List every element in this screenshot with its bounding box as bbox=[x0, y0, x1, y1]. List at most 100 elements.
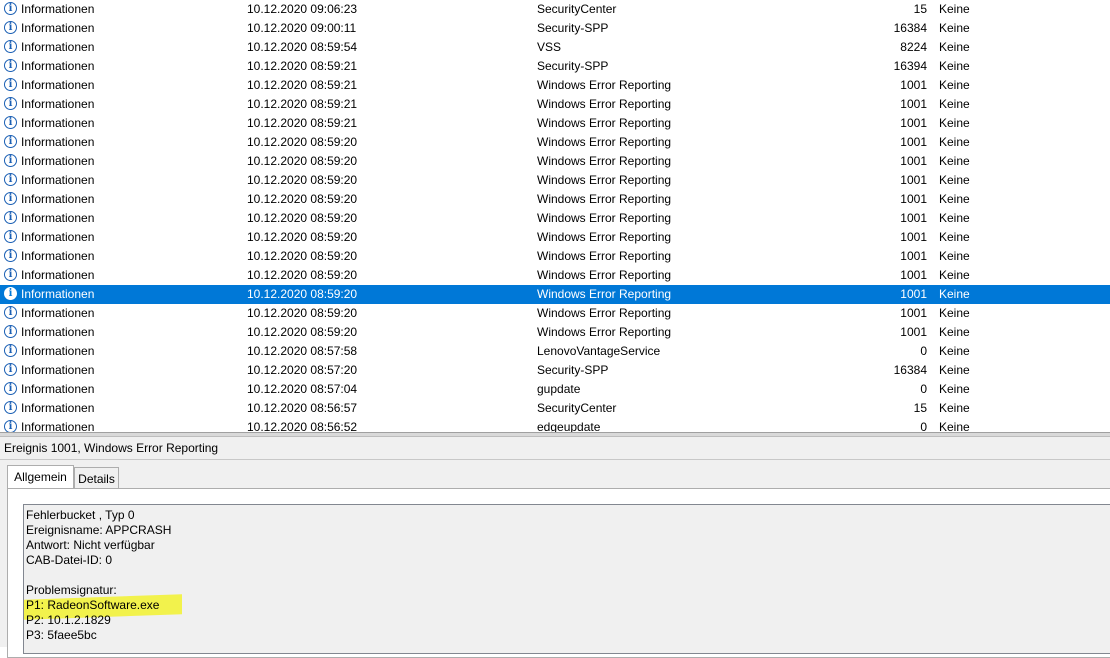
source-cell: edgeupdate bbox=[537, 420, 601, 432]
description-line: CAB-Datei-ID: 0 bbox=[26, 553, 1110, 568]
event-list[interactable]: i Informationen 10.12.2020 09:06:23 Securit… bbox=[0, 0, 1110, 432]
source-cell: Windows Error Reporting bbox=[537, 249, 672, 263]
table-row[interactable]: i Informationen 10.12.2020 08:56:52 edgeupd… bbox=[0, 418, 1110, 432]
table-row[interactable]: i Informationen 10.12.2020 08:59:20 Windows… bbox=[0, 247, 1110, 266]
description-line-text: Ereignisname: APPCRASH bbox=[26, 523, 172, 537]
table-row[interactable]: i Informationen 10.12.2020 08:59:54 VSS 8224… bbox=[0, 38, 1110, 57]
category-cell: Keine bbox=[939, 344, 970, 358]
information-icon: i bbox=[4, 325, 17, 338]
table-row[interactable]: i Informationen 10.12.2020 08:59:21 Windows… bbox=[0, 95, 1110, 114]
category-cell: Keine bbox=[939, 21, 970, 35]
level-cell: Informationen bbox=[21, 59, 95, 73]
event-id-cell: 0 bbox=[920, 420, 927, 432]
event-id-cell: 1001 bbox=[900, 268, 927, 282]
level-cell: Informationen bbox=[21, 401, 95, 415]
table-row[interactable]: i Informationen 10.12.2020 08:59:20 Windows… bbox=[0, 266, 1110, 285]
table-row[interactable]: i Informationen 10.12.2020 08:57:04 gupdate… bbox=[0, 380, 1110, 399]
source-cell: Windows Error Reporting bbox=[537, 173, 672, 187]
date-cell: 10.12.2020 08:57:04 bbox=[247, 382, 358, 396]
event-id-cell: 1001 bbox=[900, 97, 927, 111]
level-cell: Informationen bbox=[21, 192, 95, 206]
table-row[interactable]: i Informationen 10.12.2020 08:59:20 Windows… bbox=[0, 209, 1110, 228]
date-cell: 10.12.2020 08:59:21 bbox=[247, 78, 358, 92]
level-cell: Informationen bbox=[21, 306, 95, 320]
information-icon: i bbox=[4, 306, 17, 319]
category-cell: Keine bbox=[939, 382, 970, 396]
date-cell: 10.12.2020 08:59:20 bbox=[247, 306, 358, 320]
date-cell: 10.12.2020 08:59:20 bbox=[247, 230, 358, 244]
category-cell: Keine bbox=[939, 420, 970, 432]
event-id-cell: 1001 bbox=[900, 135, 927, 149]
table-row[interactable]: i Informationen 10.12.2020 08:57:20 Securit… bbox=[0, 361, 1110, 380]
table-row[interactable]: i Informationen 10.12.2020 08:56:57 Securit… bbox=[0, 399, 1110, 418]
table-row[interactable]: i Informationen 10.12.2020 09:00:11 Securit… bbox=[0, 19, 1110, 38]
table-row[interactable]: i Informationen 10.12.2020 08:59:20 Windows… bbox=[0, 152, 1110, 171]
table-row[interactable]: i Informationen 10.12.2020 08:57:58 LenovoV… bbox=[0, 342, 1110, 361]
event-id-cell: 1001 bbox=[900, 78, 927, 92]
category-cell: Keine bbox=[939, 135, 970, 149]
category-cell: Keine bbox=[939, 363, 970, 377]
event-id-cell: 1001 bbox=[900, 249, 927, 263]
source-cell: Windows Error Reporting bbox=[537, 78, 672, 92]
event-id-cell: 1001 bbox=[900, 211, 927, 225]
date-cell: 10.12.2020 08:59:20 bbox=[247, 173, 358, 187]
table-row[interactable]: i Informationen 10.12.2020 08:59:20 Windows… bbox=[0, 190, 1110, 209]
category-cell: Keine bbox=[939, 97, 970, 111]
description-line: P1: RadeonSoftware.exe bbox=[24, 594, 1110, 620]
date-cell: 10.12.2020 08:59:20 bbox=[247, 268, 358, 282]
table-row-selected[interactable]: i Informationen 10.12.2020 08:59:20 Windows… bbox=[0, 285, 1110, 304]
tab-details[interactable]: Details bbox=[74, 467, 119, 489]
table-row[interactable]: i Informationen 10.12.2020 08:59:20 Windows… bbox=[0, 304, 1110, 323]
level-cell: Informationen bbox=[21, 97, 95, 111]
source-cell: Windows Error Reporting bbox=[537, 135, 672, 149]
event-id-cell: 16394 bbox=[893, 59, 927, 73]
level-cell: Informationen bbox=[21, 211, 95, 225]
level-cell: Informationen bbox=[21, 78, 95, 92]
information-icon: i bbox=[4, 2, 17, 15]
event-id-cell: 0 bbox=[920, 344, 927, 358]
date-cell: 10.12.2020 08:59:20 bbox=[247, 211, 358, 225]
category-cell: Keine bbox=[939, 230, 970, 244]
level-cell: Informationen bbox=[21, 420, 95, 432]
information-icon: i bbox=[4, 287, 17, 300]
event-details-pane: Ereignis 1001, Windows Error Reporting A… bbox=[0, 436, 1110, 658]
table-row[interactable]: i Informationen 10.12.2020 08:59:21 Windows… bbox=[0, 114, 1110, 133]
level-cell: Informationen bbox=[21, 249, 95, 263]
event-id-cell: 1001 bbox=[900, 116, 927, 130]
date-cell: 10.12.2020 09:06:23 bbox=[247, 2, 358, 16]
level-cell: Informationen bbox=[21, 287, 95, 301]
information-icon: i bbox=[4, 420, 17, 432]
table-row[interactable]: i Informationen 10.12.2020 08:59:20 Windows… bbox=[0, 171, 1110, 190]
table-row[interactable]: i Informationen 10.12.2020 08:59:20 Windows… bbox=[0, 133, 1110, 152]
event-id-cell: 15 bbox=[913, 401, 927, 415]
level-cell: Informationen bbox=[21, 363, 95, 377]
information-icon: i bbox=[4, 382, 17, 395]
description-line: Problemsignatur: bbox=[26, 583, 1110, 598]
level-cell: Informationen bbox=[21, 268, 95, 282]
event-id-cell: 1001 bbox=[900, 306, 927, 320]
date-cell: 10.12.2020 08:59:20 bbox=[247, 135, 358, 149]
source-cell: Windows Error Reporting bbox=[537, 230, 672, 244]
table-row[interactable]: i Informationen 10.12.2020 08:59:20 Windows… bbox=[0, 323, 1110, 342]
tab-general[interactable]: Allgemein bbox=[7, 465, 74, 489]
table-row[interactable]: i Informationen 10.12.2020 08:59:20 Windows… bbox=[0, 228, 1110, 247]
category-cell: Keine bbox=[939, 59, 970, 73]
description-line-text: Problemsignatur: bbox=[26, 583, 117, 597]
description-line: Ereignisname: APPCRASH bbox=[26, 523, 1110, 538]
level-cell: Informationen bbox=[21, 154, 95, 168]
table-row[interactable]: i Informationen 10.12.2020 09:06:23 Securit… bbox=[0, 0, 1110, 19]
level-cell: Informationen bbox=[21, 173, 95, 187]
level-cell: Informationen bbox=[21, 116, 95, 130]
source-cell: SecurityCenter bbox=[537, 2, 617, 16]
table-row[interactable]: i Informationen 10.12.2020 08:59:21 Securit… bbox=[0, 57, 1110, 76]
category-cell: Keine bbox=[939, 154, 970, 168]
description-line: P2: 10.1.2.1829 bbox=[26, 613, 1110, 628]
table-row[interactable]: i Informationen 10.12.2020 08:59:21 Windows… bbox=[0, 76, 1110, 95]
event-id-cell: 16384 bbox=[893, 21, 927, 35]
description-line: Antwort: Nicht verfügbar bbox=[26, 538, 1110, 553]
information-icon: i bbox=[4, 154, 17, 167]
event-description-text[interactable]: Fehlerbucket , Typ 0 Ereignisname: APPCRA… bbox=[23, 504, 1110, 654]
source-cell: Windows Error Reporting bbox=[537, 192, 672, 206]
category-cell: Keine bbox=[939, 306, 970, 320]
description-line-text: CAB-Datei-ID: 0 bbox=[26, 553, 113, 567]
